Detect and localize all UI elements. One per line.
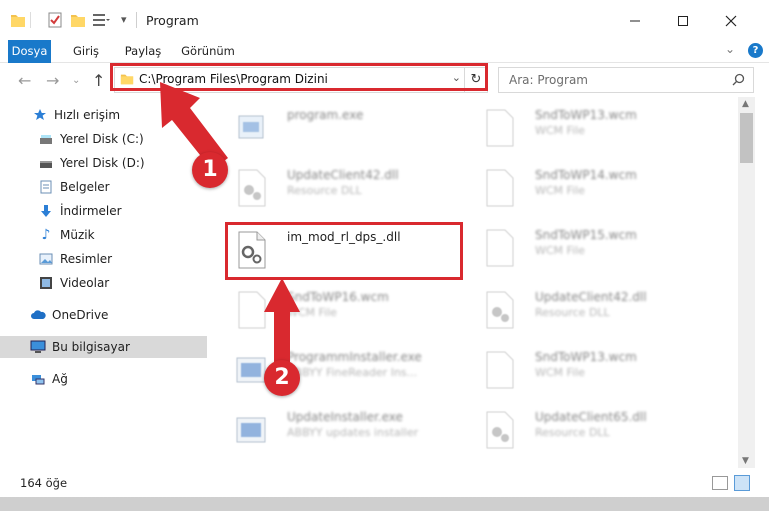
annotation-arrows <box>160 82 300 362</box>
explorer-window: ▾ Program Dosya Giriş Paylaş Görünüm ⌄ ?… <box>0 0 769 497</box>
step-1-badge: 1 <box>192 152 228 188</box>
arrow-2 <box>264 278 300 362</box>
step-2-badge: 2 <box>264 360 300 396</box>
